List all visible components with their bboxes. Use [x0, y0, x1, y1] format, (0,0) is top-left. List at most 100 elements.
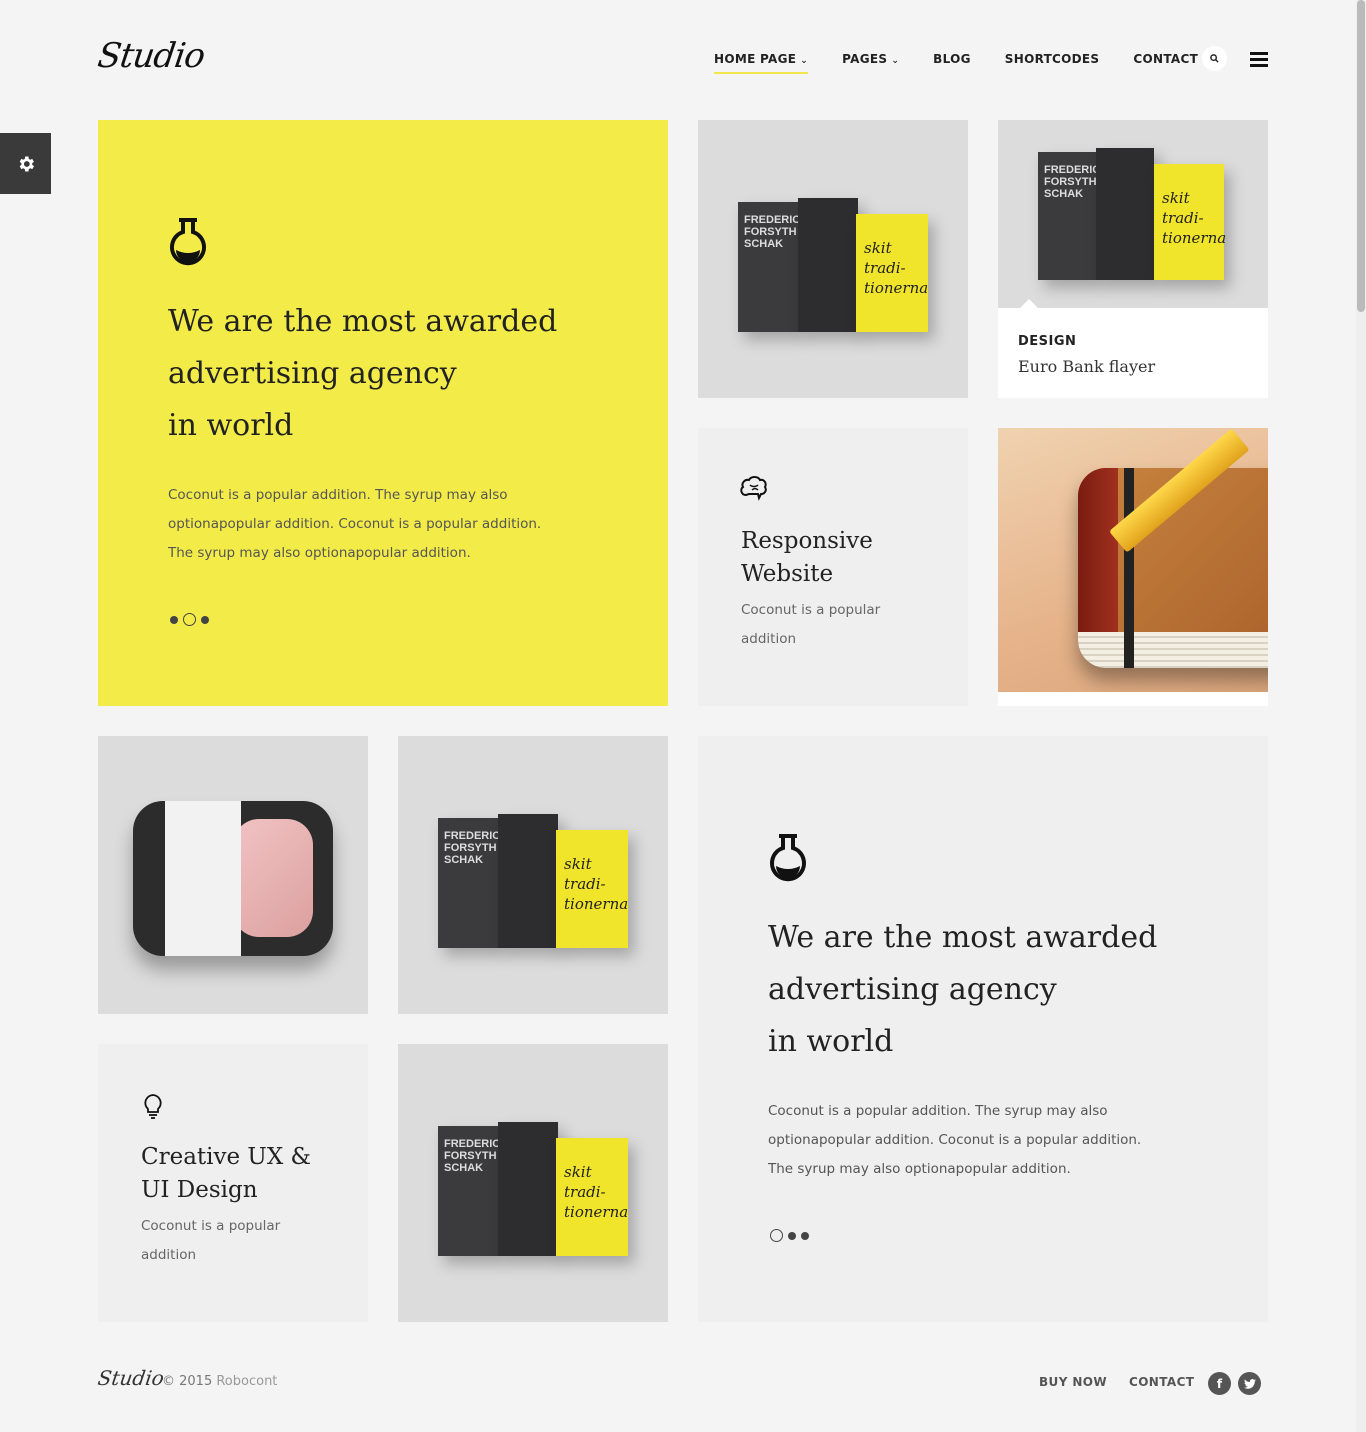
book-cover: [1096, 148, 1154, 280]
footer-logo[interactable]: Studio: [96, 1366, 165, 1390]
flask-icon: [170, 218, 206, 266]
book-cover: [498, 1122, 558, 1256]
search-button[interactable]: [1202, 46, 1227, 71]
slider-dot[interactable]: [788, 1231, 796, 1240]
nav-item-pages[interactable]: PAGES ⌄: [842, 52, 899, 74]
service-text-line: Coconut is a popular: [141, 1218, 281, 1234]
book-cover: FREDERICK FORSYTH SCHAK: [738, 202, 808, 332]
chicken-image: [233, 819, 313, 937]
portfolio-books-tile[interactable]: FREDERICK FORSYTH SCHAK skit tradi- tion…: [398, 736, 668, 1014]
nav-item-contact[interactable]: CONTACT: [1133, 52, 1198, 74]
portfolio-books-tile[interactable]: FREDERICK FORSYTH SCHAK skit tradi- tion…: [398, 1044, 668, 1322]
portfolio-books-tile[interactable]: FREDERICK FORSYTH SCHAK skit tradi- tion…: [698, 120, 968, 398]
footer-buy-now-link[interactable]: BUY NOW: [1039, 1375, 1107, 1389]
book-title: skit tradi- tionerna: [864, 239, 929, 297]
brain-icon: [740, 476, 767, 501]
slider-dot-active[interactable]: [770, 1229, 783, 1242]
nav-item-home-page[interactable]: HOME PAGE ⌄: [714, 52, 809, 74]
tile-footer-strip: [998, 692, 1268, 706]
hero-body-line: The syrup may also optionapopular additi…: [168, 545, 471, 561]
portfolio-package-tile[interactable]: [98, 736, 368, 1014]
chevron-down-icon: ⌄: [891, 56, 900, 66]
service-responsive-tile: Responsive Website Coconut is a popular …: [698, 428, 968, 706]
hero-heading-line: advertising agency: [168, 356, 457, 391]
notebook-pages: [1078, 632, 1268, 668]
slider-dot[interactable]: [801, 1231, 809, 1240]
book-cover: skit tradi- tionerna: [556, 830, 628, 948]
settings-panel-toggle[interactable]: [0, 133, 51, 194]
hero-tile: We are the most awarded advertising agen…: [98, 120, 668, 706]
hero-heading: We are the most awarded advertising agen…: [168, 296, 568, 452]
facebook-button[interactable]: f: [1208, 1372, 1231, 1395]
book-title: skit tradi- tionerna: [564, 1163, 629, 1221]
hero2-heading-line: We are the most awarded: [768, 920, 1158, 955]
portfolio-notebook-tile[interactable]: [998, 428, 1268, 692]
service-title-line: Website: [741, 561, 834, 587]
chevron-down-icon: ⌄: [800, 56, 809, 66]
service-text: Coconut is a popular addition: [741, 596, 880, 654]
lightbulb-icon: [144, 1094, 162, 1119]
hero-body: Coconut is a popular addition. The syrup…: [168, 481, 548, 568]
book-cover: skit tradi- tionerna: [1154, 164, 1227, 280]
caption-box: DESIGN Euro Bank flayer: [998, 308, 1268, 398]
caption-arrow: [1020, 299, 1038, 308]
scrollbar-thumb[interactable]: [1357, 0, 1365, 312]
gear-icon: [19, 156, 34, 171]
book-cover: [798, 198, 858, 332]
book-cover: FREDERICK FORSYTH SCHAK: [438, 1126, 508, 1256]
twitter-icon: [1243, 1378, 1256, 1389]
hamburger-line: [1250, 58, 1268, 61]
nav-item-label: CONTACT: [1133, 52, 1199, 66]
service-title-line: UI Design: [141, 1177, 258, 1203]
book-title: skit tradi- tionerna: [1162, 189, 1227, 247]
facebook-icon: f: [1216, 1376, 1223, 1391]
hero-body-line: Coconut is a popular addition. The syrup…: [168, 487, 508, 503]
book-cover: FREDERICK FORSYTH SCHAK: [438, 818, 508, 948]
hero-body-line: optionapopular addition. Coconut is a po…: [168, 516, 542, 532]
nav-item-blog[interactable]: BLOG: [933, 52, 971, 74]
package-tray-image: [133, 801, 333, 956]
nav-item-label: HOME PAGE: [714, 52, 797, 66]
service-title-line: Creative UX &: [141, 1144, 311, 1170]
package-label: [165, 801, 241, 956]
page-scrollbar[interactable]: [1356, 0, 1366, 1432]
hero2-body-line: Coconut is a popular addition. The syrup…: [768, 1103, 1108, 1119]
slider-dot-active[interactable]: [183, 613, 196, 626]
nav-item-shortcodes[interactable]: SHORTCODES: [1005, 52, 1100, 74]
service-title-line: Responsive: [741, 528, 873, 554]
nav-item-label: SHORTCODES: [1004, 52, 1100, 66]
main-nav: HOME PAGE ⌄ PAGES ⌄ BLOG SHORTCODES CONTAC…: [714, 52, 1232, 74]
copyright: © 2015 Robocont: [162, 1374, 277, 1389]
service-text-line: addition: [741, 631, 797, 647]
hero2-heading-line: advertising agency: [768, 972, 1057, 1007]
book-title: skit tradi- tionerna: [564, 855, 629, 913]
slider-dot[interactable]: [201, 615, 209, 624]
company-link[interactable]: Robocont: [216, 1374, 277, 1389]
card-category: DESIGN: [1018, 334, 1077, 349]
book-cover: FREDERICK FORSYTH SCHAK: [1038, 152, 1108, 280]
notebook-strap: [1124, 468, 1134, 668]
portfolio-design-card[interactable]: FREDERICK FORSYTH SCHAK skit tradi- tion…: [998, 120, 1268, 398]
hero2-tile: We are the most awarded advertising agen…: [698, 736, 1268, 1322]
hero-heading-line: We are the most awarded: [168, 304, 558, 339]
service-title: Responsive Website: [741, 525, 873, 591]
service-text-line: Coconut is a popular: [741, 602, 881, 618]
nav-item-label: PAGES: [842, 52, 888, 66]
twitter-button[interactable]: [1238, 1372, 1261, 1395]
service-title: Creative UX & UI Design: [141, 1141, 311, 1207]
hero2-heading-line: in world: [768, 1024, 894, 1059]
book-cover: [498, 814, 558, 948]
hamburger-menu-icon: [1250, 52, 1268, 55]
slider-dot[interactable]: [170, 615, 178, 624]
hero2-body-line: optionapopular addition. Coconut is a po…: [768, 1132, 1142, 1148]
service-creative-tile: Creative UX & UI Design Coconut is a pop…: [98, 1044, 368, 1322]
hero2-body: Coconut is a popular addition. The syrup…: [768, 1097, 1148, 1184]
site-logo[interactable]: Studio: [95, 36, 207, 76]
flask-icon: [770, 834, 806, 882]
book-cover: skit tradi- tionerna: [556, 1138, 628, 1256]
footer-contact-link[interactable]: CONTACT: [1129, 1375, 1194, 1389]
hamburger-menu-button[interactable]: [1250, 52, 1268, 67]
hero2-body-line: The syrup may also optionapopular additi…: [768, 1161, 1071, 1177]
copyright-text: © 2015: [162, 1374, 213, 1389]
card-title[interactable]: Euro Bank flayer: [1018, 357, 1155, 376]
